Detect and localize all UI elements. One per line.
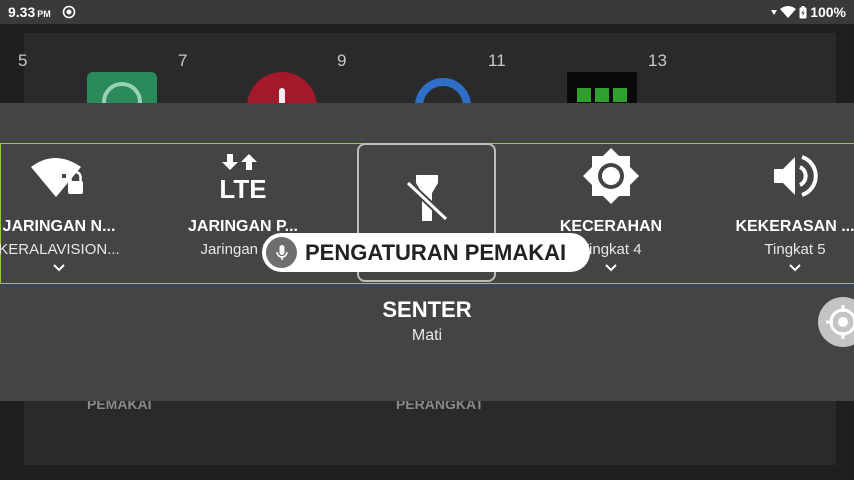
clock-ampm: PM <box>37 9 51 19</box>
clock-time: 9.33 <box>8 4 36 20</box>
page-number: 7 <box>178 51 188 70</box>
tile-volume[interactable]: KEKERASAN ... Tingkat 5 <box>720 145 854 283</box>
tile-subtitle: KERALAVISION... <box>0 241 120 258</box>
battery-percent: 100% <box>810 4 846 20</box>
page-number: 5 <box>18 51 28 70</box>
tile-title: JARINGAN N... <box>2 218 116 235</box>
status-right: 100% <box>771 4 846 20</box>
status-bar: 9.33 PM 100% <box>0 0 854 24</box>
status-time: 9.33 PM <box>8 4 51 20</box>
page-number: 9 <box>337 51 347 70</box>
brightness-icon <box>536 148 686 204</box>
flashlight-off-icon <box>359 171 494 225</box>
lte-icon: LTE <box>168 148 318 204</box>
focused-tile-subtitle: Mati <box>411 327 443 344</box>
focused-tile-title: SENTER <box>382 297 472 322</box>
voice-command-chip[interactable]: PENGATURAN PEMAKAI <box>262 233 590 272</box>
microphone-icon <box>266 237 297 268</box>
volume-icon <box>720 148 854 204</box>
app-icon-blue[interactable] <box>407 72 477 103</box>
app-icon-green[interactable] <box>87 72 157 103</box>
page-number: 11 <box>488 51 506 70</box>
page-number: 13 <box>648 51 667 70</box>
tile-title: KEKERASAN ... <box>735 218 854 235</box>
svg-text:LTE: LTE <box>219 174 266 202</box>
battery-icon <box>799 5 807 18</box>
tile-wifi[interactable]: JARINGAN N... KERALAVISION... <box>0 145 134 283</box>
crosshair-icon <box>826 305 854 339</box>
screen-record-icon <box>62 5 76 19</box>
wifi-lock-icon <box>0 148 134 204</box>
tile-subtitle: Tingkat 5 <box>764 241 826 258</box>
chevron-down-icon[interactable] <box>720 263 854 277</box>
voice-command-text: PENGATURAN PEMAKAI <box>305 240 567 265</box>
chevron-down-icon[interactable] <box>0 263 134 277</box>
app-icon-red[interactable] <box>247 72 317 103</box>
signal-icon <box>771 10 778 15</box>
app-icon-board[interactable] <box>567 72 637 103</box>
wifi-icon <box>780 6 797 18</box>
